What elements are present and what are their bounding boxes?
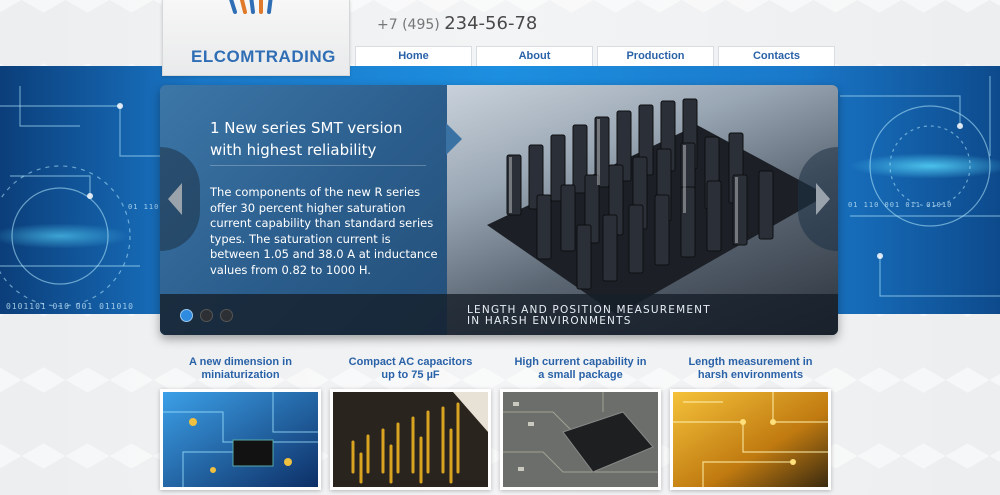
slider-dot-2[interactable] (200, 309, 213, 322)
feature-card-miniaturization[interactable]: A new dimension in miniaturization (160, 356, 321, 490)
nav-item-contacts[interactable]: Contacts (718, 46, 835, 66)
nav-item-production[interactable]: Production (597, 46, 714, 66)
hero-slider: 1 New series SMT version with highest re… (160, 85, 838, 335)
feature-card-high-current[interactable]: High current capability in a small packa… (500, 356, 661, 490)
circuit-board-graphic (163, 392, 318, 487)
feature-image-gold-pins[interactable] (330, 389, 491, 490)
feature-title[interactable]: Length measurement in harsh environments (670, 356, 831, 384)
nav-item-home[interactable]: Home (355, 46, 472, 66)
logo[interactable]: ELCOMTRADING (162, 0, 350, 76)
feature-title-line2: harsh environments (697, 368, 804, 381)
slide-caption: LENGTH AND POSITION MEASUREMENT IN HARSH… (467, 305, 711, 327)
nav-item-about[interactable]: About (476, 46, 593, 66)
slide-divider (210, 165, 426, 166)
feature-image-chip-package[interactable] (500, 389, 661, 490)
slide-pointer (446, 123, 462, 155)
slide-caption-line2: IN HARSH ENVIRONMENTS (467, 315, 632, 327)
slide-title: 1 New series SMT version with highest re… (210, 119, 403, 159)
logo-mark-icon (229, 0, 273, 14)
feature-card-length-measurement[interactable]: Length measurement in harsh environments (670, 356, 831, 490)
feature-title[interactable]: High current capability in a small packa… (500, 356, 661, 384)
feature-title-line2: miniaturization (201, 368, 280, 381)
feature-title-line1: Compact AC capacitors (348, 356, 473, 368)
logo-text: ELCOMTRADING (191, 47, 336, 66)
feature-image-circuit-board[interactable] (160, 389, 321, 490)
phone-code: +7 (495) (377, 17, 440, 33)
feature-title-line2: a small package (538, 368, 623, 381)
binary-text-right: 01 110 001 011 01010 (848, 201, 953, 209)
binary-text-left-bottom: 0101101 010 001 011010 (6, 302, 134, 311)
feature-title-line2: up to 75 µF (381, 368, 440, 381)
chevron-right-icon (816, 183, 830, 215)
slider-dot-3[interactable] (220, 309, 233, 322)
phone-number: +7 (495) 234-56-78 (377, 13, 537, 34)
feature-title-line1: Length measurement in (688, 356, 813, 368)
slider-dot-1[interactable] (180, 309, 193, 322)
main-nav: Home About Production Contacts (355, 46, 835, 66)
feature-image-golden-board[interactable] (670, 389, 831, 490)
feature-title-line1: High current capability in (514, 356, 647, 368)
feature-title-line1: A new dimension in (189, 356, 292, 368)
feature-card-ac-capacitors[interactable]: Compact AC capacitors up to 75 µF (330, 356, 491, 490)
feature-list: A new dimension in miniaturization Compa… (160, 356, 831, 490)
feature-title[interactable]: Compact AC capacitors up to 75 µF (330, 356, 491, 384)
binary-text-left: 01 110 (128, 203, 160, 211)
gold-pins-graphic (333, 392, 488, 487)
slide-body: The components of the new R series offer… (210, 185, 438, 277)
chevron-left-icon (168, 183, 182, 215)
golden-board-graphic (673, 392, 828, 487)
feature-title[interactable]: A new dimension in miniaturization (160, 356, 321, 384)
phone-digits: 234-56-78 (444, 13, 538, 34)
slider-pagination (180, 309, 233, 322)
chip-package-graphic (503, 392, 658, 487)
